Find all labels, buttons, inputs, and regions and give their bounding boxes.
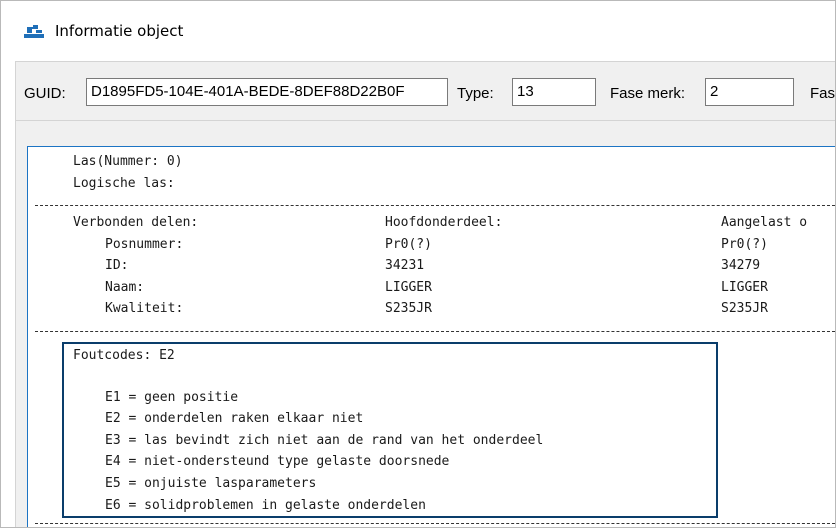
fase-merk-label: Fase merk:: [610, 85, 686, 102]
type-field[interactable]: 13: [512, 78, 596, 106]
separator-line: [35, 205, 835, 206]
hoofdonderdeel-header: Hoofdonderdeel:: [385, 215, 503, 230]
separator-line: [35, 523, 835, 524]
verbonden-delen-label: Verbonden delen:: [73, 215, 199, 230]
type-label: Type:: [457, 85, 494, 102]
kwaliteit-label: Kwaliteit:: [105, 301, 184, 316]
kwaliteit-main: S235JR: [385, 301, 432, 316]
tekla-object-icon: [23, 23, 45, 39]
fase-merk-field[interactable]: 2: [705, 78, 794, 106]
id-label: ID:: [105, 258, 129, 273]
naam-main: LIGGER: [385, 280, 432, 295]
separator-line: [35, 331, 835, 332]
id-main: 34231: [385, 258, 425, 273]
information-object-window: Informatie object GUID: D1895FD5-104E-40…: [0, 0, 836, 528]
las-number-line: Las(Nummer: 0): [73, 154, 183, 169]
posnummer-label: Posnummer:: [105, 237, 184, 252]
error-codes-highlight: [62, 342, 718, 518]
logische-las-line: Logische las:: [73, 176, 175, 191]
window-title: Informatie object: [55, 22, 184, 40]
fase-label-truncated: Fas: [810, 85, 836, 102]
kwaliteit-secondary: S235JR: [721, 301, 768, 316]
posnummer-main: Pr0(?): [385, 237, 432, 252]
aangelast-header: Aangelast o: [721, 215, 808, 230]
object-info-header: GUID: D1895FD5-104E-401A-BEDE-8DEF88D22B…: [15, 61, 836, 121]
id-secondary: 34279: [721, 258, 761, 273]
title-bar: Informatie object: [1, 1, 835, 61]
guid-field[interactable]: D1895FD5-104E-401A-BEDE-8DEF88D22B0F: [86, 78, 448, 106]
posnummer-secondary: Pr0(?): [721, 237, 768, 252]
naam-label: Naam:: [105, 280, 145, 295]
naam-secondary: LIGGER: [721, 280, 768, 295]
guid-label: GUID:: [24, 85, 66, 102]
